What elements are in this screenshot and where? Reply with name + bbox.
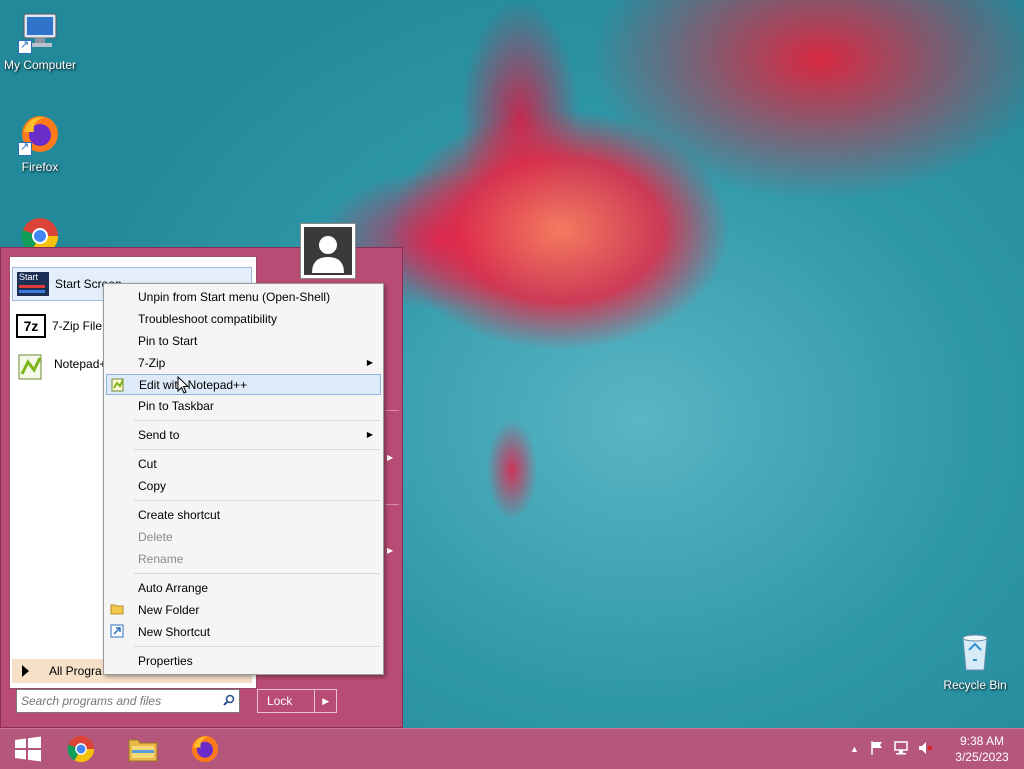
chevron-right-icon: ▶ <box>387 546 394 555</box>
notepadpp-icon <box>111 378 125 392</box>
windows-logo-icon <box>15 736 41 762</box>
start-item-label: Notepad+ <box>54 357 107 371</box>
start-screen-icon: Start <box>17 272 49 296</box>
arrow-right-icon <box>22 665 29 677</box>
network-icon[interactable] <box>893 740 909 759</box>
taskbar-chrome-button[interactable] <box>53 729 109 769</box>
ctx-delete: Delete <box>138 529 173 544</box>
show-hidden-icons-icon[interactable]: ▲ <box>850 744 859 754</box>
recycle-bin-icon <box>953 630 997 674</box>
desktop-icon-label: My Computer <box>3 58 77 72</box>
computer-icon <box>18 10 62 54</box>
clock-date: 3/25/2023 <box>955 750 1009 764</box>
ctx-pin-to-taskbar[interactable]: Pin to Taskbar <box>106 395 381 416</box>
context-menu: Unpin from Start menu (Open-Shell) Troub… <box>103 283 384 675</box>
action-center-flag-icon[interactable] <box>869 740 885 759</box>
volume-muted-icon[interactable] <box>917 740 933 759</box>
search-input[interactable] <box>17 693 219 709</box>
ctx-new-shortcut[interactable]: New Shortcut <box>106 621 381 642</box>
ctx-send-to[interactable]: Send to ▶ <box>106 424 381 445</box>
ctx-7zip[interactable]: 7-Zip ▶ <box>106 352 381 373</box>
folder-icon <box>110 602 124 616</box>
ctx-unpin-from-start[interactable]: Unpin from Start menu (Open-Shell) <box>106 286 381 307</box>
desktop-icon-firefox[interactable]: Firefox <box>0 112 80 174</box>
start-button[interactable] <box>0 729 56 769</box>
start-search-box[interactable] <box>16 689 240 713</box>
file-explorer-icon <box>128 739 158 762</box>
desktop-icon-my-computer[interactable]: My Computer <box>0 10 80 72</box>
ctx-copy[interactable]: Copy <box>106 475 381 496</box>
lock-button[interactable]: Lock ▶ <box>257 689 337 713</box>
desktop-icon-label: Recycle Bin <box>943 678 1007 692</box>
7zip-icon: 7z <box>16 314 46 338</box>
ctx-cut[interactable]: Cut <box>106 453 381 474</box>
ctx-new-folder[interactable]: New Folder <box>106 599 381 620</box>
ctx-pin-to-start[interactable]: Pin to Start <box>106 330 381 351</box>
submenu-arrow-icon: ▶ <box>366 430 373 439</box>
firefox-icon <box>191 735 219 763</box>
firefox-icon <box>18 112 62 156</box>
mouse-cursor-icon <box>177 375 190 397</box>
ctx-properties[interactable]: Properties <box>106 650 381 671</box>
taskbar: ▲ 9:38 AM 3/25/2023 <box>0 728 1024 769</box>
taskbar-clock[interactable]: 9:38 AM 3/25/2023 <box>944 733 1020 765</box>
start-item-label: 7-Zip File <box>52 319 103 333</box>
submenu-arrow-icon: ▶ <box>366 358 373 367</box>
search-icon[interactable] <box>219 694 239 709</box>
taskbar-file-explorer-button[interactable] <box>115 729 171 769</box>
taskbar-firefox-button[interactable] <box>177 729 233 769</box>
lock-options-arrow-icon[interactable]: ▶ <box>314 690 336 712</box>
desktop-icon-label: Firefox <box>21 160 59 174</box>
user-avatar[interactable] <box>300 223 356 279</box>
ctx-rename: Rename <box>138 551 184 566</box>
desktop-icon-recycle-bin[interactable]: Recycle Bin <box>935 630 1015 692</box>
chrome-icon <box>67 735 95 763</box>
ctx-create-shortcut[interactable]: Create shortcut <box>106 504 381 525</box>
notepadpp-icon <box>16 352 48 380</box>
lock-button-label: Lock <box>267 694 293 708</box>
ctx-troubleshoot-compatibility[interactable]: Troubleshoot compatibility <box>106 308 381 329</box>
ctx-edit-with-notepadpp[interactable]: Edit with Notepad++ <box>106 374 381 395</box>
clock-time: 9:38 AM <box>959 734 1005 748</box>
ctx-auto-arrange[interactable]: Auto Arrange <box>106 577 381 598</box>
chevron-right-icon: ▶ <box>387 453 394 462</box>
shortcut-icon <box>110 624 124 638</box>
